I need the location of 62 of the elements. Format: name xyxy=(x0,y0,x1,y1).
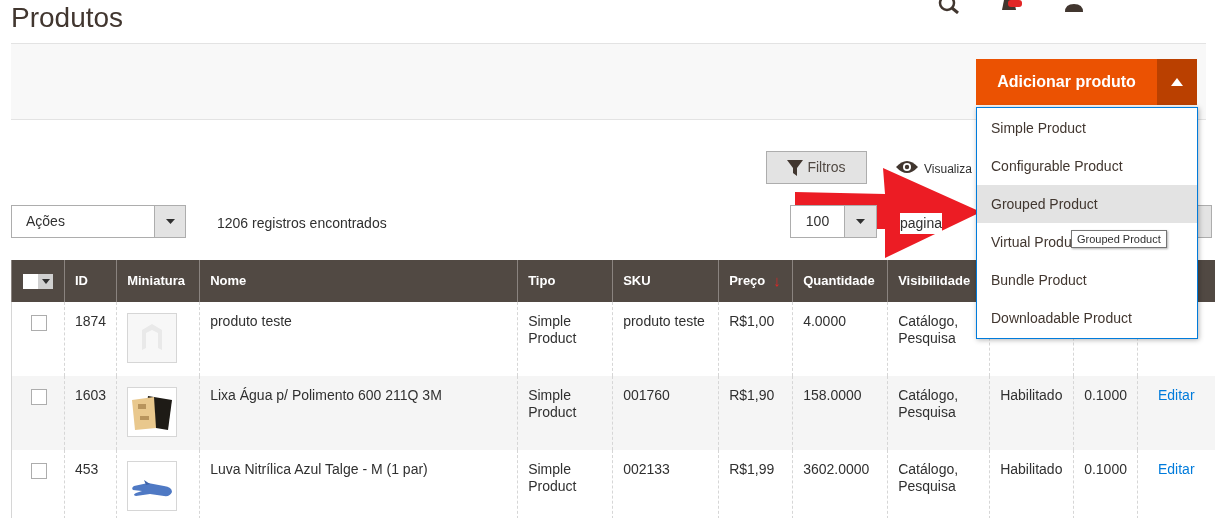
caret-down-icon xyxy=(856,219,865,224)
actions-select[interactable]: Ações xyxy=(11,205,186,238)
menu-item[interactable]: Downloadable Product xyxy=(991,310,1132,326)
menu-item[interactable]: Bundle Product xyxy=(991,272,1087,288)
filters-button[interactable]: Filtros xyxy=(766,151,867,184)
table-cell-text: 158.0000 xyxy=(803,387,863,404)
table-cell-text: Simple Product xyxy=(528,313,578,347)
table-cell-text: 002133 xyxy=(623,461,671,478)
table-cell-text: produto teste xyxy=(623,313,706,330)
row-checkbox[interactable] xyxy=(31,463,47,479)
table-cell-text: Catálogo, Pesquisa xyxy=(898,387,960,421)
table-cell-text: R$1,99 xyxy=(729,461,776,478)
menu-item[interactable]: Virtual Produ xyxy=(991,234,1072,250)
table-cell-text: 3602.0000 xyxy=(803,461,871,478)
view-label[interactable]: Visualiza xyxy=(924,160,972,178)
menu-item[interactable]: Configurable Product xyxy=(991,158,1123,174)
table-cell-text: 453 xyxy=(75,461,100,478)
eye-icon xyxy=(895,160,919,174)
table-cell: 0.1000 xyxy=(1084,461,1127,478)
table-cell-text: R$1,00 xyxy=(729,313,776,330)
table-cell: 1603 xyxy=(75,387,107,404)
records-count: 1206 registros encontrados xyxy=(217,214,387,233)
table-cell-text: R$1,90 xyxy=(729,387,776,404)
table-cell: 1874 xyxy=(75,313,107,330)
column-header[interactable]: Miniatura xyxy=(127,271,185,291)
menu-item[interactable]: Simple Product xyxy=(991,120,1086,136)
page-title: Produtos xyxy=(11,1,124,35)
column-header[interactable]: Visibilidade xyxy=(898,271,971,291)
column-header[interactable]: Tipo xyxy=(528,271,556,291)
caret-down-icon xyxy=(165,219,175,224)
filter-icon xyxy=(787,159,804,176)
caret-up-icon xyxy=(1171,78,1183,86)
table-cell: 0.1000 xyxy=(1084,387,1127,404)
tooltip: Grouped Product xyxy=(1071,230,1167,248)
table-cell-text: Catálogo, Pesquisa xyxy=(898,461,960,495)
table-cell-text: 001760 xyxy=(623,387,671,404)
edit-link[interactable]: Editar xyxy=(1158,461,1195,477)
add-product-button[interactable]: Adicionar produto xyxy=(976,59,1157,105)
sort-arrow: ↓ xyxy=(773,270,781,291)
row-checkbox[interactable] xyxy=(31,315,47,331)
edit-link[interactable]: Editar xyxy=(1158,387,1195,403)
column-header[interactable]: SKU xyxy=(623,271,651,291)
caret-down-icon xyxy=(41,278,50,284)
table-cell-text: Simple Product xyxy=(528,387,578,421)
row-checkbox[interactable] xyxy=(31,389,47,405)
table-cell-text: produto teste xyxy=(210,313,293,330)
column-header[interactable]: Nome xyxy=(210,271,247,291)
table-cell-text: 4.0000 xyxy=(803,313,847,330)
table-cell-text: Simple Product xyxy=(528,461,578,495)
search-icon xyxy=(938,0,960,14)
table-cell-text: Luva Nitrílica Azul Talge - M (1 par) xyxy=(210,461,429,478)
column-header[interactable]: Preço xyxy=(729,271,766,291)
column-header[interactable]: Quantidade xyxy=(803,271,875,291)
table-cell: Habilitado xyxy=(1000,387,1064,404)
per-page-label: pagina xyxy=(900,213,943,234)
menu-item[interactable]: Grouped Product xyxy=(977,185,1197,223)
table-cell-text: Catálogo, Pesquisa xyxy=(898,313,960,347)
table-cell: Habilitado xyxy=(1000,461,1064,478)
per-page-select[interactable]: 100 xyxy=(790,205,877,238)
column-header[interactable]: ID xyxy=(75,271,88,291)
dropdown-toggle[interactable] xyxy=(1157,59,1197,105)
table-cell-text: Lixa Água p/ Polimento 600 211Q 3M xyxy=(210,387,443,404)
